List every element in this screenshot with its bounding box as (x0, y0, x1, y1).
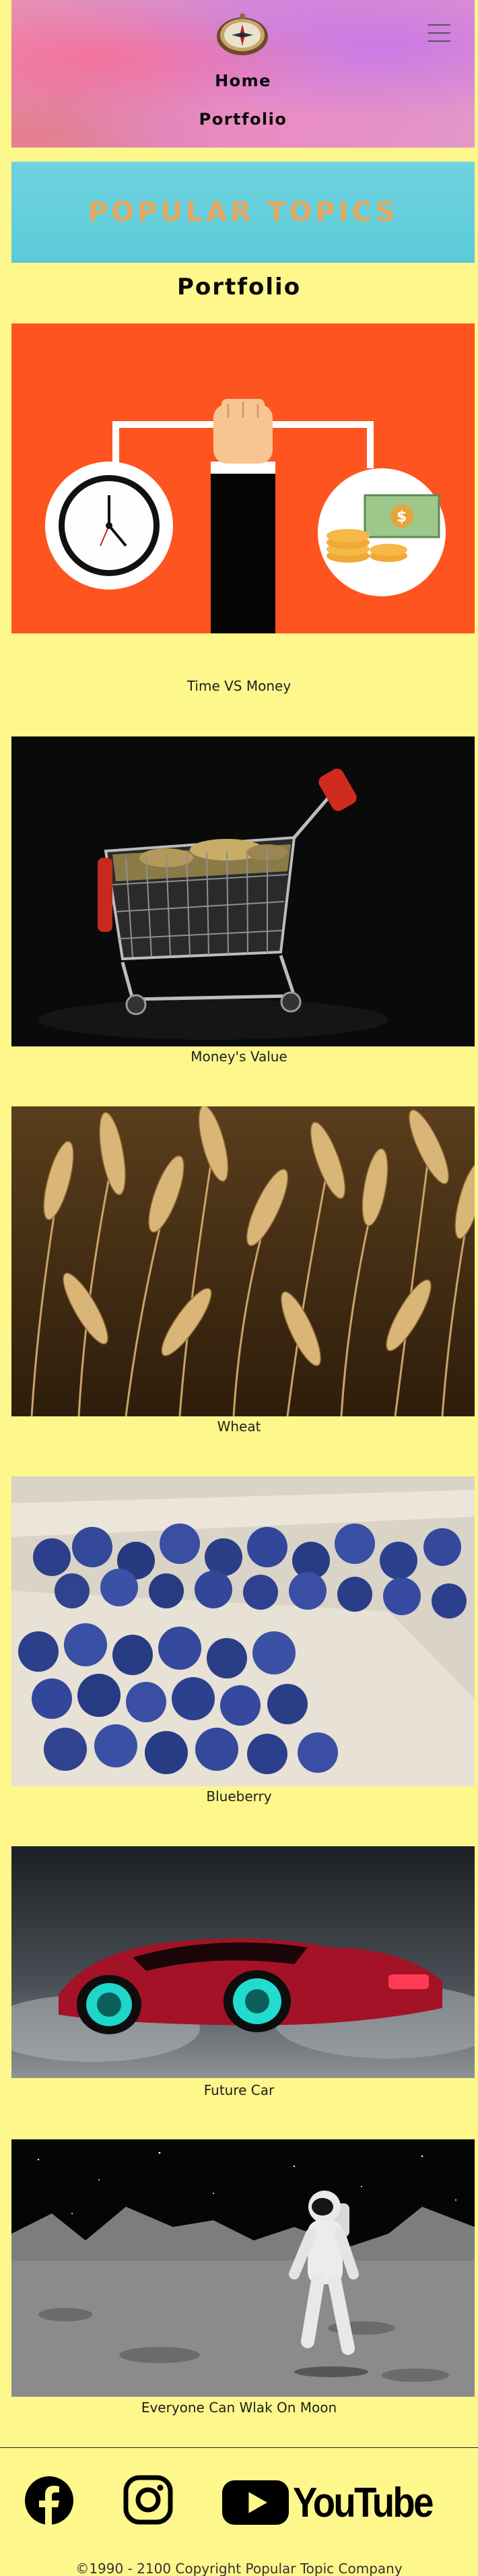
portfolio-caption: Everyone Can Wlak On Moon (141, 2399, 337, 2416)
youtube-wordmark: YouTube (293, 2479, 434, 2526)
banner-title: POPULAR TOPICS (88, 197, 399, 228)
nav-link-portfolio[interactable]: Portfolio (11, 110, 475, 129)
portfolio-image-astronaut-moon[interactable] (11, 2139, 475, 2397)
portfolio-caption: Time VS Money (186, 678, 292, 694)
footer-divider (0, 2447, 478, 2448)
site-header: Home Portfolio (11, 0, 475, 148)
portfolio-caption: Money's Value (191, 1048, 287, 1065)
portfolio-image-future-car[interactable] (11, 1846, 475, 2078)
youtube-logo[interactable]: YouTube (222, 2477, 451, 2528)
nav-link-home[interactable]: Home (11, 71, 475, 90)
portfolio-image-blueberry[interactable] (11, 1476, 475, 1786)
portfolio-image-moneys-value[interactable] (11, 736, 475, 1046)
youtube-play-icon (222, 2480, 289, 2525)
portfolio-caption: Wheat (217, 1418, 261, 1435)
instagram-icon[interactable] (123, 2475, 173, 2525)
portfolio-image-wheat[interactable] (11, 1106, 475, 1416)
facebook-icon[interactable] (25, 2476, 73, 2525)
popular-topics-banner: POPULAR TOPICS (11, 162, 475, 263)
portfolio-caption: Blueberry (206, 1788, 272, 1804)
hamburger-menu-icon[interactable] (428, 24, 450, 42)
copyright-text: ©1990 - 2100 Copyright Popular Topic Com… (75, 2561, 403, 2576)
page-title: Portfolio (176, 274, 302, 301)
portfolio-caption: Future Car (203, 2082, 275, 2098)
svg-text:$: $ (397, 509, 407, 526)
portfolio-image-time-vs-money[interactable]: $ (11, 323, 475, 633)
compass-logo-icon[interactable] (215, 12, 270, 58)
